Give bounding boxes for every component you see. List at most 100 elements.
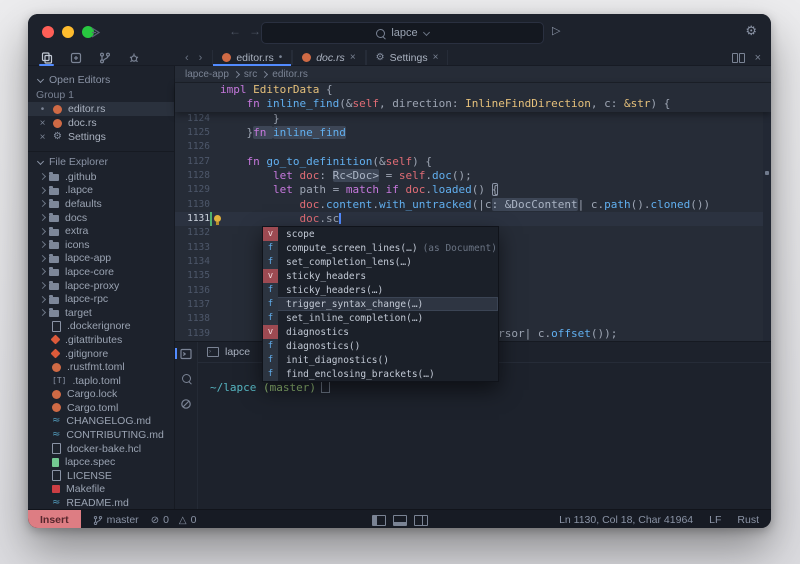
completion-item[interactable]: f diagnostics() [263, 339, 498, 353]
tree-folder-item[interactable]: .lapce [28, 184, 174, 198]
completion-label: compute_screen_lines(…) [286, 242, 418, 254]
open-editor-item[interactable]: × ⚙ Settings [28, 130, 174, 144]
breadcrumb-file[interactable]: editor.rs [272, 69, 308, 80]
code-line[interactable]: 1128 let doc: Rc<Doc> = self.doc(); [175, 168, 771, 183]
code-token: fn [246, 97, 267, 111]
tree-file-item[interactable]: [T] .taplo.toml [28, 374, 174, 388]
toggle-left-panel-icon[interactable] [371, 514, 386, 526]
tree-item-label: lapce-rpc [65, 293, 109, 306]
code-token: ) { [650, 97, 671, 111]
code-line[interactable]: 1126 [175, 140, 771, 154]
completion-item[interactable]: f trigger_syntax_change(…) [263, 297, 498, 311]
open-editors-header[interactable]: Open Editors [28, 72, 174, 88]
breadcrumb[interactable]: lapce-app src editor.rs [175, 66, 771, 83]
tree-folder-item[interactable]: icons [28, 238, 174, 252]
problems-status[interactable]: ⊘ 0 △ 0 [151, 514, 197, 526]
tree-file-item[interactable]: .rustfmt.toml [28, 360, 174, 374]
close-icon[interactable]: × [38, 118, 47, 129]
code-token: Rc<Doc> [332, 168, 379, 182]
git-branch-status[interactable]: master [93, 514, 139, 526]
split-editor-icon[interactable] [731, 52, 745, 63]
tree-folder-item[interactable]: defaults [28, 197, 174, 211]
code-line[interactable]: fn inline_find(&self, direction: InlineF… [175, 97, 771, 111]
tree-folder-item[interactable]: lapce-app [28, 252, 174, 266]
run-button[interactable]: ▷ [552, 24, 560, 37]
settings-gear-icon[interactable]: ⚙ [745, 24, 757, 39]
source-control-panel-icon[interactable] [98, 51, 111, 64]
close-icon[interactable]: × [38, 132, 47, 143]
tree-file-item[interactable]: docker-bake.hcl [28, 442, 174, 456]
next-tab-icon[interactable]: › [199, 52, 203, 64]
back-arrow-icon[interactable]: ← [229, 24, 249, 38]
tree-file-item[interactable]: ≈ CHANGELOG.md [28, 415, 174, 429]
tab-editor.rs[interactable]: editor.rs • [212, 50, 293, 66]
toggle-bottom-panel-icon[interactable] [392, 514, 407, 526]
toggle-right-panel-icon[interactable] [413, 514, 428, 526]
completion-item[interactable]: v diagnostics [263, 325, 498, 339]
file-explorer-panel-icon[interactable] [39, 51, 54, 66]
tree-file-item[interactable]: ≈ CONTRIBUTING.md [28, 428, 174, 442]
code-line[interactable]: 1124 } [175, 112, 771, 126]
close-tab-icon[interactable]: × [433, 52, 439, 63]
code-line[interactable]: 1130 doc.content.with_untracked(|c: &Doc… [175, 197, 771, 212]
tree-folder-item[interactable]: extra [28, 224, 174, 238]
tree-folder-item[interactable]: .github [28, 170, 174, 184]
language-mode[interactable]: Rust [737, 514, 759, 526]
tree-file-item[interactable]: Cargo.toml [28, 401, 174, 415]
open-editor-item[interactable]: × doc.rs [28, 116, 174, 130]
breadcrumb-folder[interactable]: src [244, 69, 257, 80]
code-token: = [378, 168, 399, 182]
tree-folder-item[interactable]: lapce-core [28, 265, 174, 279]
tree-file-item[interactable]: Cargo.lock [28, 388, 174, 402]
problems-panel-icon[interactable] [180, 397, 193, 410]
tree-file-item[interactable]: .gitattributes [28, 333, 174, 347]
code-token: ) { [412, 154, 432, 168]
tree-folder-item[interactable]: lapce-rpc [28, 292, 174, 306]
prev-tab-icon[interactable]: ‹ [185, 52, 189, 64]
search-panel-icon[interactable] [180, 372, 193, 385]
breadcrumb-project[interactable]: lapce-app [185, 69, 229, 80]
debug-panel-icon[interactable] [127, 51, 140, 64]
close-split-icon[interactable]: × [755, 52, 761, 64]
tree-file-item[interactable]: lapce.spec [28, 455, 174, 469]
completion-item[interactable]: f init_diagnostics() [263, 353, 498, 367]
line-ending[interactable]: LF [709, 514, 721, 526]
tree-file-item[interactable]: .gitignore [28, 347, 174, 361]
file-explorer-header[interactable]: File Explorer [28, 154, 174, 170]
tree-folder-item[interactable]: lapce-proxy [28, 279, 174, 293]
lightbulb-icon[interactable] [214, 214, 221, 225]
command-palette-input[interactable]: lapce [261, 22, 544, 44]
tree-item-label: LICENSE [67, 469, 112, 482]
close-window-button[interactable] [42, 26, 54, 38]
tree-file-item[interactable]: LICENSE [28, 469, 174, 483]
completion-item[interactable]: f find_enclosing_brackets(…) [263, 367, 498, 381]
cursor-position[interactable]: Ln 1130, Col 18, Char 41964 [559, 514, 693, 526]
tree-folder-item[interactable]: docs [28, 211, 174, 225]
minimize-window-button[interactable] [62, 26, 74, 38]
tree-file-item[interactable]: ≈ README.md [28, 496, 174, 509]
code-line[interactable]: impl EditorData { [175, 83, 771, 97]
tree-folder-item[interactable]: target [28, 306, 174, 320]
tree-file-item[interactable]: Makefile [28, 483, 174, 497]
code-line[interactable]: 1127 fn go_to_definition(&self) { [175, 155, 771, 169]
completion-item[interactable]: f compute_screen_lines(…) (as Document) [263, 241, 498, 255]
tab-doc.rs[interactable]: doc.rs × [292, 50, 366, 65]
completion-item[interactable]: f set_inline_completion(…) [263, 311, 498, 325]
tab-Settings[interactable]: ⚙ Settings × [365, 50, 449, 65]
completion-item[interactable]: v scope [263, 227, 498, 241]
gear-icon: ⚙ [375, 51, 385, 63]
close-tab-icon[interactable]: × [350, 52, 356, 63]
code-line[interactable]: 1125 }fn inline_find [175, 125, 771, 140]
editor-scrollbar[interactable] [763, 83, 771, 341]
code-line[interactable]: 1129 let path = match if doc.loaded() { [175, 183, 771, 197]
terminal-panel-icon[interactable] [174, 347, 193, 360]
completion-item[interactable]: v sticky_headers [263, 269, 498, 283]
tree-file-item[interactable]: .dockerignore [28, 320, 174, 334]
mode-indicator[interactable]: Insert [28, 510, 81, 528]
plugin-panel-icon[interactable] [69, 51, 82, 64]
completion-item[interactable]: f set_completion_lens(…) [263, 255, 498, 269]
code-line[interactable]: 1131 doc.sc [175, 211, 771, 227]
open-editor-item[interactable]: • editor.rs [28, 102, 174, 116]
scrollbar-cursor-marker [765, 171, 769, 175]
completion-item[interactable]: f sticky_headers(…) [263, 283, 498, 297]
